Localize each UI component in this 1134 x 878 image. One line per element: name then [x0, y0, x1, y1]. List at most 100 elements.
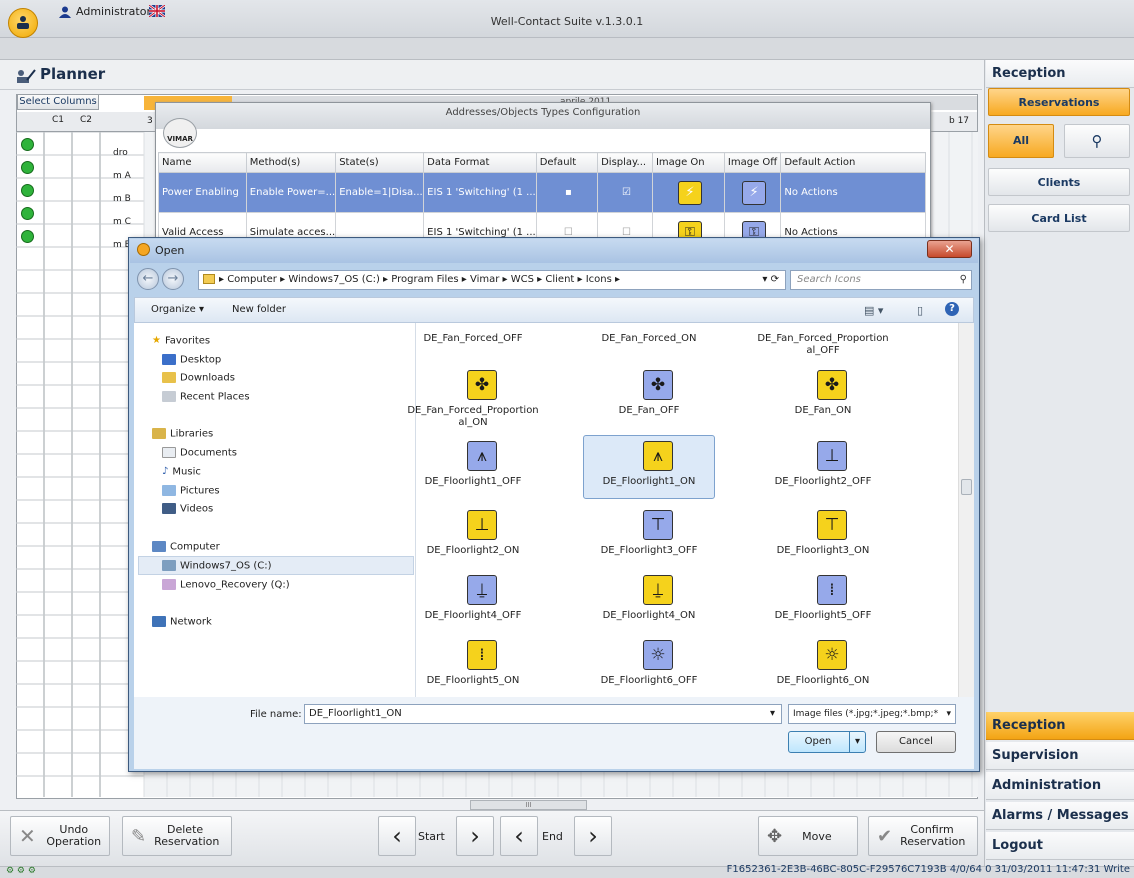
file-thumbnail-icon[interactable]: ⊤: [817, 510, 847, 540]
breadcrumb-item[interactable]: Vimar: [470, 274, 499, 285]
undo-button[interactable]: ✕ Undo Operation: [10, 816, 110, 856]
nav-downloads[interactable]: Downloads: [162, 372, 235, 384]
column-header[interactable]: Image On: [651, 152, 725, 173]
power-off-icon[interactable]: ⚡: [742, 180, 767, 205]
file-name-label[interactable]: DE_Fan_ON: [757, 405, 889, 417]
section-logout[interactable]: Logout: [986, 832, 1134, 860]
search-reservation-icon[interactable]: ⚲: [1064, 124, 1130, 158]
all-filter-button[interactable]: All: [988, 124, 1054, 158]
cancel-button[interactable]: Cancel: [876, 731, 956, 753]
column-header[interactable]: Display...: [597, 152, 653, 173]
file-name-label[interactable]: DE_Fan_Forced_OFF: [407, 333, 539, 345]
filename-input[interactable]: DE_Floorlight1_ON ▾: [304, 704, 782, 724]
section-administration[interactable]: Administration: [986, 772, 1134, 800]
select-columns-button[interactable]: Select Columns: [17, 94, 99, 110]
file-thumbnail-icon[interactable]: ☼: [643, 640, 673, 670]
address-bar[interactable]: ▸ Computer ▸ Windows7_OS (C:) ▸ Program …: [198, 270, 786, 290]
delete-reservation-button[interactable]: ✎ Delete Reservation: [122, 816, 232, 856]
preview-pane-icon[interactable]: ▯: [917, 304, 923, 317]
file-thumbnail-icon[interactable]: ⊤: [643, 510, 673, 540]
file-name-label[interactable]: DE_Floorlight4_ON: [583, 610, 715, 622]
file-name-label[interactable]: DE_Floorlight2_ON: [407, 545, 539, 557]
refresh-icon[interactable]: ▾ ⟳: [762, 271, 779, 289]
column-header[interactable]: Data Format: [423, 152, 537, 173]
help-icon[interactable]: ?: [945, 302, 959, 316]
column-header[interactable]: Default Action: [780, 152, 926, 173]
column-header[interactable]: Image Off: [723, 152, 782, 173]
column-header[interactable]: Method(s): [245, 152, 337, 173]
row-state[interactable]: Enable=1|Disa...: [335, 172, 425, 213]
breadcrumb-item[interactable]: Icons: [586, 274, 612, 285]
breadcrumb-item[interactable]: Computer: [227, 274, 277, 285]
file-name-label[interactable]: DE_Floorlight1_ON: [583, 476, 715, 488]
file-name-label[interactable]: DE_Fan_Forced_ON: [583, 333, 715, 345]
sidebar-item-card-list[interactable]: Card List: [988, 204, 1130, 232]
file-name-label[interactable]: DE_Fan_Forced_Proportional_OFF: [757, 333, 889, 357]
file-thumbnail-icon[interactable]: ⊥: [467, 510, 497, 540]
row-name[interactable]: Power Enabling: [158, 172, 247, 213]
row-format[interactable]: EIS 1 'Switching' (1 ...: [423, 172, 537, 213]
row-method[interactable]: Enable Power=...: [245, 172, 337, 213]
search-input[interactable]: Search Icons ⚲: [790, 270, 972, 290]
column-header[interactable]: Name: [158, 152, 247, 173]
default-checkbox[interactable]: ▪: [535, 172, 599, 213]
file-name-label[interactable]: DE_Floorlight6_OFF: [583, 675, 715, 687]
file-name-label[interactable]: DE_Floorlight3_OFF: [583, 545, 715, 557]
breadcrumb-item[interactable]: Windows7_OS (C:): [288, 274, 380, 285]
nav-favorites[interactable]: ★ Favorites: [152, 335, 210, 347]
forward-button[interactable]: →: [162, 268, 184, 290]
nav-recent[interactable]: Recent Places: [162, 391, 250, 403]
nav-drive-c[interactable]: Windows7_OS (C:): [162, 560, 272, 572]
nav-documents[interactable]: Documents: [162, 447, 237, 459]
close-icon[interactable]: ✕: [927, 240, 972, 258]
breadcrumb-item[interactable]: Program Files: [391, 274, 458, 285]
nav-drive-q[interactable]: Lenovo_Recovery (Q:): [162, 579, 290, 591]
file-thumbnail-icon[interactable]: ⩚: [467, 441, 497, 471]
file-thumbnail-icon[interactable]: ✤: [467, 370, 497, 400]
organize-menu[interactable]: Organize ▾: [151, 304, 204, 315]
breadcrumb-item[interactable]: Client: [545, 274, 574, 285]
nav-pictures[interactable]: Pictures: [162, 485, 220, 497]
column-header[interactable]: State(s): [335, 152, 425, 173]
file-thumbnail-icon[interactable]: ☼: [817, 640, 847, 670]
file-thumbnail-icon[interactable]: ⍊: [643, 575, 673, 605]
breadcrumb-item[interactable]: WCS: [511, 274, 534, 285]
file-name-label[interactable]: DE_Floorlight1_OFF: [407, 476, 539, 488]
section-alarms-messages[interactable]: Alarms / Messages: [986, 802, 1134, 830]
open-dropdown-icon[interactable]: ▾: [849, 732, 865, 752]
vertical-scrollbar[interactable]: [958, 323, 974, 697]
file-name-label[interactable]: DE_Floorlight2_OFF: [757, 476, 889, 488]
nav-computer[interactable]: Computer: [152, 541, 220, 553]
file-thumbnail-icon[interactable]: ⍊: [467, 575, 497, 605]
display-checkbox[interactable]: ☑: [597, 172, 653, 213]
file-name-label[interactable]: DE_Floorlight6_ON: [757, 675, 889, 687]
column-header[interactable]: Default: [535, 152, 599, 173]
file-name-label[interactable]: DE_Floorlight3_ON: [757, 545, 889, 557]
file-name-label[interactable]: DE_Fan_Forced_Proportional_ON: [407, 405, 539, 429]
file-thumbnail-icon[interactable]: ⊥: [817, 441, 847, 471]
horizontal-scrollbar[interactable]: III: [470, 800, 587, 810]
power-on-icon[interactable]: ⚡: [677, 180, 702, 205]
file-name-label[interactable]: DE_Floorlight5_OFF: [757, 610, 889, 622]
nav-videos[interactable]: Videos: [162, 503, 213, 515]
file-name-label[interactable]: DE_Floorlight5_ON: [407, 675, 539, 687]
section-supervision[interactable]: Supervision: [986, 742, 1134, 770]
file-thumbnail-icon[interactable]: ⁞: [467, 640, 497, 670]
move-button[interactable]: ✥ Move: [758, 816, 858, 856]
file-thumbnail-icon[interactable]: ⁞: [817, 575, 847, 605]
confirm-reservation-button[interactable]: ✔ Confirm Reservation: [868, 816, 978, 856]
sidebar-item-reservations[interactable]: Reservations: [988, 88, 1130, 116]
view-options-icon[interactable]: ▤ ▾: [864, 304, 883, 317]
section-reception[interactable]: Reception: [986, 712, 1134, 740]
next-end-button[interactable]: ›: [574, 816, 612, 856]
prev-end-button[interactable]: ‹: [500, 816, 538, 856]
file-thumbnail-icon[interactable]: ✤: [817, 370, 847, 400]
nav-music[interactable]: ♪ Music: [162, 466, 201, 478]
table-row[interactable]: Power Enabling Enable Power=... Enable=1…: [158, 172, 926, 213]
file-name-label[interactable]: DE_Floorlight4_OFF: [407, 610, 539, 622]
new-folder-button[interactable]: New folder: [232, 304, 286, 315]
sidebar-item-clients[interactable]: Clients: [988, 168, 1130, 196]
prev-start-button[interactable]: ‹: [378, 816, 416, 856]
file-thumbnail-icon[interactable]: ✤: [643, 370, 673, 400]
filetype-select[interactable]: Image files (*.jpg;*.jpeg;*.bmp;* ▾: [788, 704, 956, 724]
